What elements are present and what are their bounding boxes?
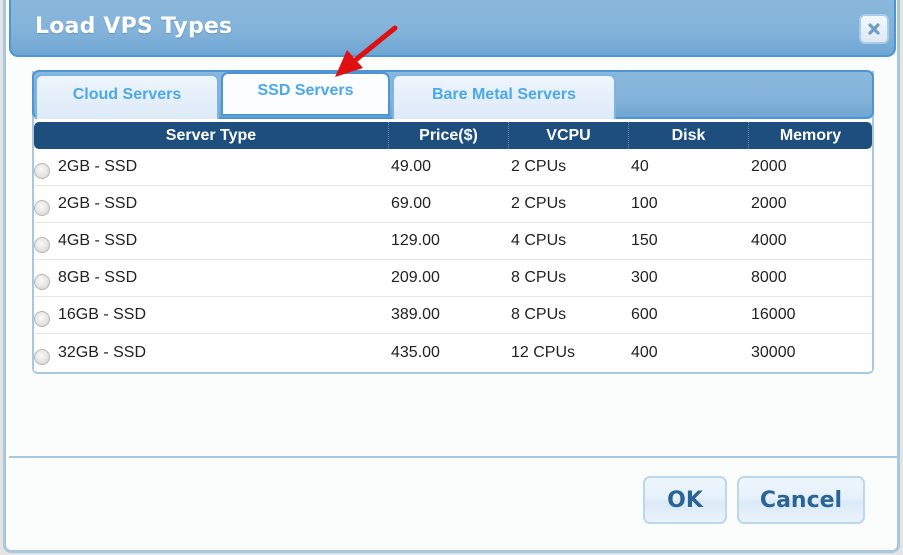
table-row[interactable]: 2GB - SSD 49.00 2 CPUs 40 2000 bbox=[34, 149, 872, 186]
row-radio-button[interactable] bbox=[34, 237, 50, 253]
server-type-cell: 32GB - SSD bbox=[58, 343, 147, 361]
memory-cell: 30000 bbox=[751, 343, 796, 361]
price-cell: 49.00 bbox=[391, 158, 432, 175]
tab-bare-metal-servers[interactable]: Bare Metal Servers bbox=[392, 74, 616, 119]
table-header: Server Type Price($) VCPU Disk Memory bbox=[34, 122, 872, 149]
table-row[interactable]: 32GB - SSD 435.00 12 CPUs 400 30000 bbox=[34, 334, 872, 371]
price-cell: 129.00 bbox=[391, 232, 440, 249]
tab-label: Cloud Servers bbox=[72, 85, 182, 103]
server-type-cell: 8GB - SSD bbox=[58, 269, 138, 286]
column-header-disk[interactable]: Disk bbox=[629, 122, 749, 149]
tab-label: SSD Servers bbox=[257, 82, 354, 99]
row-radio-button[interactable] bbox=[34, 348, 50, 365]
row-radio-button[interactable] bbox=[34, 311, 50, 327]
dialog-titlebar[interactable]: Load VPS Types bbox=[9, 0, 896, 57]
price-cell: 209.00 bbox=[391, 269, 440, 286]
ok-button[interactable]: OK bbox=[643, 476, 727, 524]
row-radio-button[interactable] bbox=[34, 274, 50, 290]
table-body: 2GB - SSD 49.00 2 CPUs 40 2000 2GB - SSD… bbox=[34, 149, 872, 371]
disk-cell: 40 bbox=[631, 158, 649, 175]
price-cell: 389.00 bbox=[391, 306, 440, 323]
vcpu-cell: 2 CPUs bbox=[511, 158, 567, 175]
tab-ssd-servers[interactable]: SSD Servers bbox=[221, 72, 390, 116]
memory-cell: 2000 bbox=[751, 195, 787, 212]
server-type-cell: 2GB - SSD bbox=[58, 195, 138, 212]
disk-cell: 400 bbox=[631, 343, 658, 361]
vcpu-cell: 2 CPUs bbox=[511, 195, 567, 212]
memory-cell: 2000 bbox=[751, 158, 787, 175]
row-radio-button[interactable] bbox=[34, 163, 50, 179]
table-row[interactable]: 2GB - SSD 69.00 2 CPUs 100 2000 bbox=[34, 186, 872, 223]
close-button[interactable] bbox=[859, 14, 889, 44]
column-header-vcpu[interactable]: VCPU bbox=[509, 122, 629, 149]
disk-cell: 150 bbox=[631, 232, 658, 249]
vcpu-cell: 8 CPUs bbox=[511, 269, 567, 286]
table-row[interactable]: 4GB - SSD 129.00 4 CPUs 150 4000 bbox=[34, 223, 872, 260]
tab-cloud-servers[interactable]: Cloud Servers bbox=[35, 74, 219, 119]
price-cell: 69.00 bbox=[391, 195, 432, 212]
disk-cell: 300 bbox=[631, 269, 658, 286]
price-cell: 435.00 bbox=[391, 343, 440, 361]
column-header-price[interactable]: Price($) bbox=[389, 122, 509, 149]
close-x-icon bbox=[868, 23, 880, 35]
column-header-server-type[interactable]: Server Type bbox=[34, 122, 389, 149]
memory-cell: 4000 bbox=[751, 232, 787, 249]
vcpu-cell: 4 CPUs bbox=[511, 232, 567, 249]
memory-cell: 8000 bbox=[751, 269, 787, 286]
footer-divider bbox=[9, 456, 897, 458]
server-types-table: Server Type Price($) VCPU Disk Memory 2G… bbox=[34, 122, 872, 371]
disk-cell: 600 bbox=[631, 306, 658, 323]
disk-cell: 100 bbox=[631, 195, 658, 212]
server-type-cell: 2GB - SSD bbox=[58, 158, 138, 175]
cancel-button[interactable]: Cancel bbox=[737, 476, 865, 524]
dialog-title: Load VPS Types bbox=[35, 14, 233, 39]
server-type-cell: 4GB - SSD bbox=[58, 232, 138, 249]
column-header-memory[interactable]: Memory bbox=[749, 122, 872, 149]
vcpu-cell: 12 CPUs bbox=[511, 343, 576, 361]
vcpu-cell: 8 CPUs bbox=[511, 306, 567, 323]
row-radio-button[interactable] bbox=[34, 200, 50, 216]
tab-label: Bare Metal Servers bbox=[431, 85, 577, 103]
server-type-cell: 16GB - SSD bbox=[58, 306, 147, 323]
memory-cell: 16000 bbox=[751, 306, 796, 323]
table-row[interactable]: 16GB - SSD 389.00 8 CPUs 600 16000 bbox=[34, 297, 872, 334]
table-row[interactable]: 8GB - SSD 209.00 8 CPUs 300 8000 bbox=[34, 260, 872, 297]
